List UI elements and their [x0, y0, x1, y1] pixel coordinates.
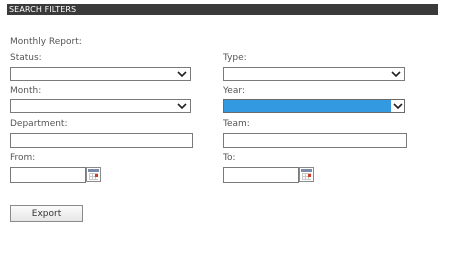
- to-date-input[interactable]: [223, 167, 299, 183]
- year-select[interactable]: [223, 99, 405, 113]
- chevron-down-icon: [391, 71, 401, 78]
- chevron-down-icon: [393, 103, 403, 110]
- from-label: From:: [10, 153, 36, 163]
- from-date-input[interactable]: [10, 167, 86, 183]
- month-label: Month:: [10, 86, 42, 96]
- to-label: To:: [223, 153, 236, 163]
- year-label: Year:: [223, 86, 245, 96]
- status-label: Status:: [10, 53, 42, 63]
- team-input[interactable]: [223, 133, 407, 148]
- year-dropdown-button[interactable]: [391, 100, 404, 112]
- status-select[interactable]: [10, 67, 191, 81]
- month-select[interactable]: [10, 99, 191, 113]
- department-input[interactable]: [10, 133, 193, 148]
- search-filters-header: SEARCH FILTERS: [7, 4, 438, 15]
- team-label: Team:: [223, 119, 250, 129]
- department-label: Department:: [10, 119, 68, 129]
- export-button[interactable]: Export: [10, 205, 83, 222]
- chevron-down-icon: [177, 71, 187, 78]
- calendar-icon[interactable]: [86, 167, 101, 182]
- calendar-icon[interactable]: [299, 167, 314, 182]
- monthly-report-label: Monthly Report:: [10, 37, 82, 47]
- type-select[interactable]: [223, 67, 405, 81]
- panel-title: SEARCH FILTERS: [9, 5, 77, 14]
- type-label: Type:: [223, 53, 247, 63]
- chevron-down-icon: [177, 103, 187, 110]
